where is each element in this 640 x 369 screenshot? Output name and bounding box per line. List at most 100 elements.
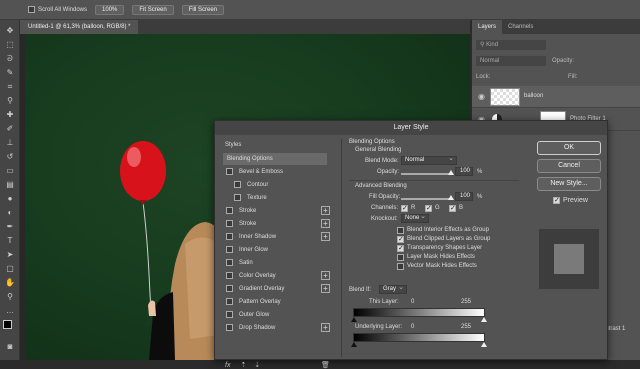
add-style-icon[interactable]: + [321, 232, 330, 241]
opacity-input[interactable]: 100 [455, 167, 473, 176]
style-contour[interactable]: Contour [231, 179, 327, 191]
blend-interior-checkbox[interactable] [397, 227, 404, 234]
style-inner-shadow[interactable]: Inner Shadow + [223, 231, 330, 243]
fx-icon[interactable]: fx [225, 362, 230, 369]
scroll-all-windows-option[interactable]: Scroll All Windows [28, 6, 87, 13]
style-checkbox[interactable] [234, 194, 241, 201]
blur-tool-icon[interactable]: ● [4, 194, 16, 204]
style-texture[interactable]: Texture [231, 192, 327, 204]
fill-screen-button[interactable]: Fill Screen [181, 4, 225, 15]
scroll-all-windows-label: Scroll All Windows [38, 6, 88, 13]
style-checkbox[interactable] [226, 220, 233, 227]
style-checkbox[interactable] [226, 207, 233, 214]
blend-mode-select[interactable]: Normal [401, 155, 457, 165]
fill-opacity-slider-knob[interactable] [448, 195, 454, 200]
zoom-100-button[interactable]: 100% [95, 4, 125, 15]
style-pattern-overlay[interactable]: Pattern Overlay [223, 296, 327, 308]
tab-channels[interactable]: Channels [502, 20, 539, 34]
styles-header[interactable]: Styles [221, 139, 337, 151]
preview-checkbox[interactable] [553, 196, 560, 204]
vector-mask-hides-checkbox[interactable] [397, 263, 404, 270]
document-tab[interactable]: Untitled-1 @ 61,3% (balloon, RGB/8) * [20, 20, 139, 34]
quick-mask-icon[interactable]: ◙ [4, 342, 16, 352]
path-select-tool-icon[interactable]: ➤ [4, 250, 16, 260]
add-style-icon[interactable]: + [321, 271, 330, 280]
girl-hand [148, 300, 156, 316]
channel-g-checkbox[interactable] [425, 204, 432, 212]
add-style-icon[interactable]: + [321, 219, 330, 228]
style-checkbox[interactable] [226, 246, 233, 253]
crop-tool-icon[interactable]: ⌗ [4, 82, 16, 92]
trash-icon[interactable]: 🗑 [321, 361, 330, 369]
healing-tool-icon[interactable]: ✚ [4, 110, 16, 120]
fill-opacity-slider[interactable] [401, 195, 454, 200]
pen-tool-icon[interactable]: ✒ [4, 222, 16, 232]
more-tools-icon[interactable]: … [4, 306, 16, 316]
layer-mask-hides-checkbox[interactable] [397, 254, 404, 261]
style-stroke-1[interactable]: Stroke + [223, 205, 330, 217]
fit-screen-button[interactable]: Fit Screen [132, 4, 174, 15]
style-outer-glow[interactable]: Outer Glow [223, 309, 327, 321]
scroll-all-windows-checkbox[interactable] [28, 6, 35, 13]
style-drop-shadow[interactable]: Drop Shadow + [223, 322, 330, 334]
zoom-tool-icon[interactable]: ⚲ [4, 292, 16, 302]
type-tool-icon[interactable]: T [4, 236, 16, 246]
foreground-color-swatch[interactable] [3, 320, 12, 329]
underlying-white-knob[interactable] [481, 342, 487, 347]
fill-opacity-input[interactable]: 100 [455, 192, 473, 201]
knockout-select[interactable]: None [401, 213, 429, 223]
tab-layers[interactable]: Layers [472, 20, 503, 34]
style-satin[interactable]: Satin [223, 257, 327, 269]
move-tool-icon[interactable]: ✥ [4, 26, 16, 36]
cancel-button[interactable]: Cancel [537, 159, 601, 173]
channel-b-checkbox[interactable] [449, 204, 456, 212]
visibility-eye-icon[interactable]: ◉ [478, 92, 485, 101]
style-color-overlay[interactable]: Color Overlay + [223, 270, 330, 282]
style-checkbox[interactable] [226, 324, 233, 331]
style-stroke-2[interactable]: Stroke + [223, 218, 330, 230]
underlying-black-knob[interactable] [351, 342, 357, 347]
eyedropper-tool-icon[interactable]: ⚲ [4, 96, 16, 106]
layer-row-balloon[interactable]: ◉ balloon [472, 86, 640, 108]
history-brush-tool-icon[interactable]: ↺ [4, 152, 16, 162]
blend-clipped-checkbox[interactable] [397, 235, 404, 243]
style-checkbox[interactable] [226, 298, 233, 305]
transparency-shapes-checkbox[interactable] [397, 244, 404, 252]
opacity-slider[interactable] [401, 170, 454, 175]
gradient-tool-icon[interactable]: ▤ [4, 180, 16, 190]
hand-tool-icon[interactable]: ✋ [4, 278, 16, 288]
quick-select-tool-icon[interactable]: ✎ [4, 68, 16, 78]
dodge-tool-icon[interactable]: ◐ [4, 208, 16, 218]
brush-tool-icon[interactable]: ✐ [4, 124, 16, 134]
opacity-slider-knob[interactable] [448, 170, 454, 175]
channel-r-checkbox[interactable] [401, 204, 408, 212]
move-up-icon[interactable]: ⇡ [240, 362, 246, 369]
add-style-icon[interactable]: + [321, 323, 330, 332]
this-layer-black-knob[interactable] [351, 317, 357, 322]
layer-blend-mode[interactable]: Normal [476, 56, 546, 66]
style-checkbox[interactable] [226, 285, 233, 292]
style-checkbox[interactable] [226, 259, 233, 266]
new-style-button[interactable]: New Style... [537, 177, 601, 191]
kind-filter[interactable]: ⚲ Kind [476, 40, 546, 50]
style-bevel-emboss[interactable]: Bevel & Emboss [223, 166, 327, 178]
move-down-icon[interactable]: ⇣ [254, 362, 260, 369]
add-style-icon[interactable]: + [321, 206, 330, 215]
style-checkbox[interactable] [226, 272, 233, 279]
lasso-tool-icon[interactable]: ᘐ [4, 54, 16, 64]
rectangle-tool-icon[interactable]: ▢ [4, 264, 16, 274]
this-layer-white-knob[interactable] [481, 317, 487, 322]
style-gradient-overlay[interactable]: Gradient Overlay + [223, 283, 330, 295]
ok-button[interactable]: OK [537, 141, 601, 155]
add-style-icon[interactable]: + [321, 284, 330, 293]
clone-stamp-tool-icon[interactable]: ⊥ [4, 138, 16, 148]
blend-if-select[interactable]: Gray [379, 284, 407, 294]
marquee-tool-icon[interactable]: ⬚ [4, 40, 16, 50]
eraser-tool-icon[interactable]: ▭ [4, 166, 16, 176]
style-checkbox[interactable] [226, 233, 233, 240]
style-blending-options[interactable]: Blending Options [223, 153, 327, 165]
style-checkbox[interactable] [226, 168, 233, 175]
style-inner-glow[interactable]: Inner Glow [223, 244, 327, 256]
style-checkbox[interactable] [234, 181, 241, 188]
style-checkbox[interactable] [226, 311, 233, 318]
